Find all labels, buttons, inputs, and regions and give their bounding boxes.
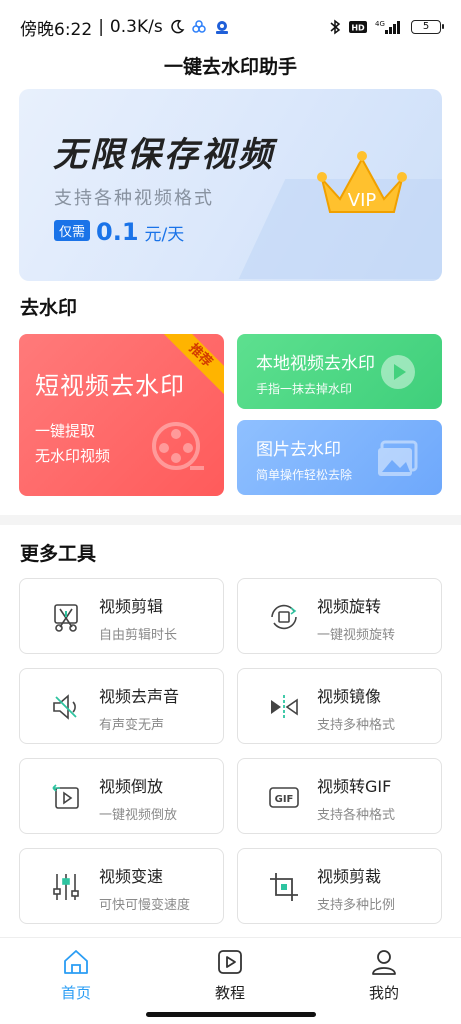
svg-text:4G: 4G: [375, 20, 385, 28]
sliders-icon: [50, 871, 82, 903]
short-video-watermark-card[interactable]: 短视频去水印 一键提取 无水印视频 推荐: [19, 334, 224, 496]
vip-badge-text: VIP: [348, 190, 377, 211]
tool-title: 视频剪辑: [99, 597, 164, 616]
app-notify-icon: [191, 19, 207, 35]
short-video-line1: 一键提取: [35, 422, 96, 440]
moon-icon: [169, 19, 185, 35]
nav-tutorial-label: 教程: [214, 984, 245, 1002]
bluetooth-icon: [329, 19, 341, 35]
speaker-mute-icon: [50, 691, 82, 723]
tool-title: 视频镜像: [317, 687, 382, 706]
tool-subtitle: 有声变无声: [99, 718, 165, 733]
crown-icon: VIP: [312, 144, 412, 228]
price-row: 仅需 0.1 元/天: [54, 218, 184, 246]
vip-banner[interactable]: 无限保存视频 支持各种视频格式 仅需 0.1 元/天 VIP: [19, 89, 442, 281]
film-reel-icon: [150, 420, 206, 480]
tool-video-crop[interactable]: 视频剪裁 支持多种比例: [237, 848, 442, 924]
app-badge-icon: [213, 18, 231, 36]
tool-subtitle: 一键视频倒放: [99, 808, 178, 823]
local-video-subtitle: 手指一抹去掉水印: [256, 382, 353, 396]
mirror-icon: [268, 691, 300, 723]
status-net-speed: 0.3K/s: [109, 17, 163, 37]
tool-subtitle: 自由剪辑时长: [99, 628, 178, 643]
signal-icon: 4G: [375, 19, 403, 35]
price-unit: 元/天: [144, 225, 185, 245]
watermark-section-title: 去水印: [20, 297, 78, 319]
picture-icon: [376, 438, 420, 482]
tool-subtitle: 支持各种格式: [317, 808, 396, 823]
short-video-title: 短视频去水印: [35, 372, 185, 400]
reverse-play-icon: [50, 781, 82, 813]
tool-video-edit[interactable]: 视频剪辑 自由剪辑时长: [19, 578, 224, 654]
short-video-line2: 无水印视频: [35, 447, 111, 465]
tool-title: 视频去声音: [99, 687, 180, 706]
tool-subtitle: 一键视频旋转: [317, 628, 396, 643]
home-icon: [64, 950, 88, 974]
nav-home[interactable]: 首页: [36, 948, 116, 1003]
tool-title: 视频旋转: [317, 597, 382, 616]
nav-profile[interactable]: 我的: [344, 948, 424, 1003]
image-watermark-card[interactable]: 图片去水印 简单操作轻松去除: [237, 420, 442, 495]
tool-subtitle: 可快可慢变速度: [99, 898, 191, 913]
user-icon: [372, 950, 396, 975]
crop-icon: [268, 871, 300, 903]
tool-video-mirror[interactable]: 视频镜像 支持多种格式: [237, 668, 442, 744]
banner-subtitle: 支持各种视频格式: [54, 188, 214, 209]
status-time: 傍晚6:22: [20, 19, 93, 40]
nav-home-label: 首页: [60, 984, 91, 1002]
tool-subtitle: 支持多种比例: [317, 898, 396, 913]
svg-text:HD: HD: [351, 24, 365, 33]
tool-subtitle: 支持多种格式: [317, 718, 396, 733]
app-title: 一键去水印助手: [163, 56, 297, 78]
tool-title: 视频变速: [99, 867, 164, 886]
local-video-watermark-card[interactable]: 本地视频去水印 手指一抹去掉水印: [237, 334, 442, 409]
price-value: 0.1: [96, 218, 139, 246]
play-tutorial-icon: [218, 950, 242, 974]
nav-tutorial[interactable]: 教程: [190, 948, 270, 1003]
price-tag: 仅需: [54, 220, 91, 241]
play-circle-icon: [378, 352, 420, 398]
hd-icon: HD: [349, 20, 367, 34]
scissors-video-icon: [50, 601, 82, 633]
gif-icon: GIF: [268, 781, 300, 813]
image-watermark-subtitle: 简单操作轻松去除: [256, 468, 353, 482]
svg-text:GIF: GIF: [275, 794, 294, 805]
status-bar: 傍晚6:22 | 0.3K/s HD 4G 5: [0, 0, 461, 54]
home-indicator[interactable]: [146, 1012, 316, 1017]
image-watermark-title: 图片去水印: [256, 440, 341, 460]
tool-title: 视频倒放: [99, 777, 164, 796]
section-divider: [0, 515, 461, 525]
tool-title: 视频转GIF: [317, 777, 392, 796]
banner-title: 无限保存视频: [53, 135, 275, 175]
local-video-title: 本地视频去水印: [256, 354, 375, 374]
tool-video-reverse[interactable]: 视频倒放 一键视频倒放: [19, 758, 224, 834]
nav-profile-label: 我的: [368, 984, 399, 1002]
tools-section-title: 更多工具: [20, 543, 97, 565]
rotate-icon: [268, 601, 300, 633]
tool-video-rotate[interactable]: 视频旋转 一键视频旋转: [237, 578, 442, 654]
tool-video-gif[interactable]: GIF 视频转GIF 支持各种格式: [237, 758, 442, 834]
battery-icon: 5: [411, 20, 444, 34]
tool-video-mute[interactable]: 视频去声音 有声变无声: [19, 668, 224, 744]
bottom-nav: 首页 教程 我的: [0, 937, 461, 1024]
tool-video-speed[interactable]: 视频变速 可快可慢变速度: [19, 848, 224, 924]
tool-title: 视频剪裁: [317, 867, 382, 886]
